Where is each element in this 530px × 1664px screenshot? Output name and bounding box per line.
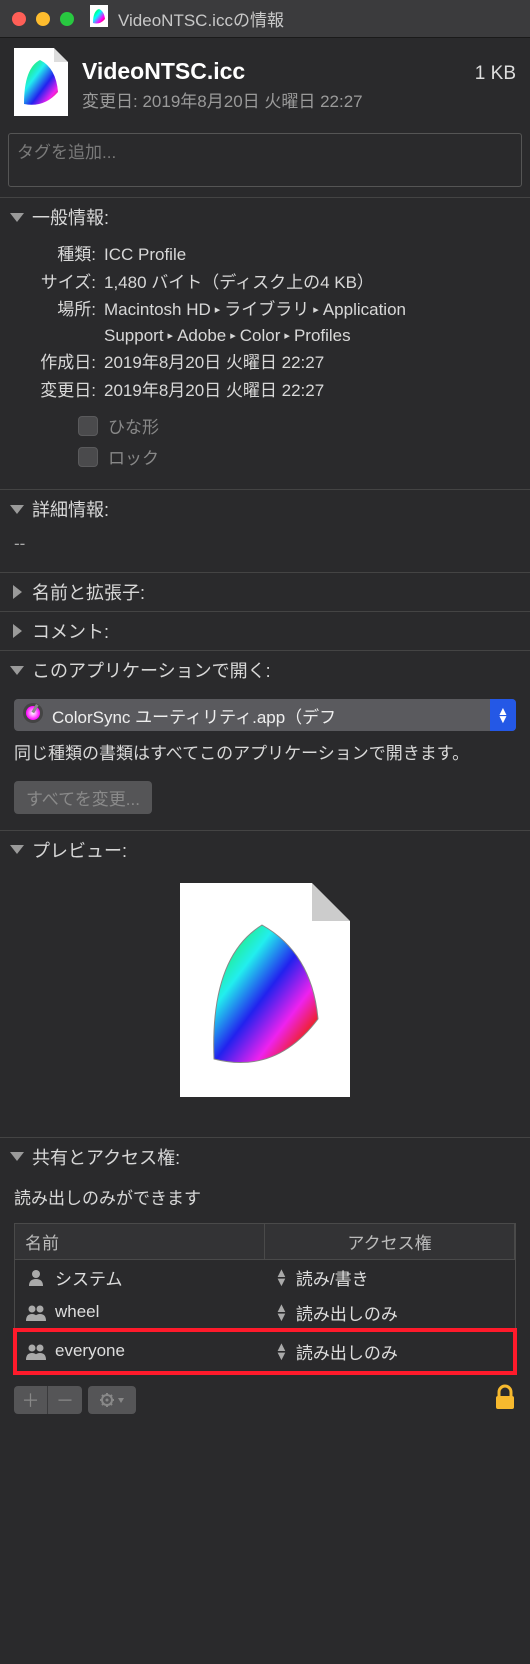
zoom-window-button[interactable] <box>60 12 74 26</box>
col-priv-header[interactable]: アクセス権 <box>265 1224 515 1260</box>
stationery-checkbox[interactable] <box>78 416 98 436</box>
privilege-value[interactable]: 読み出しのみ <box>296 1300 398 1325</box>
section-title: 詳細情報: <box>32 496 109 522</box>
app-icon <box>22 702 44 729</box>
section-title: このアプリケーションで開く: <box>32 657 271 683</box>
moreinfo-body: -- <box>0 528 530 572</box>
permissions-toolbar: ＋ － <box>0 1374 530 1427</box>
preview-image <box>180 883 350 1097</box>
size-label: サイズ: <box>14 270 96 296</box>
privilege-value[interactable]: 読み/書き <box>296 1265 369 1290</box>
action-menu-button[interactable] <box>88 1386 136 1414</box>
table-row[interactable]: wheel ▲▼ 読み出しのみ <box>15 1295 515 1330</box>
section-general-header[interactable]: 一般情報: <box>0 197 530 236</box>
updown-arrows-icon: ▲▼ <box>275 1303 288 1321</box>
updown-arrows-icon: ▲▼ <box>275 1342 288 1360</box>
section-preview-header[interactable]: プレビュー: <box>0 830 530 869</box>
file-icon <box>14 48 68 121</box>
titlebar: VideoNTSC.iccの情報 <box>0 0 530 38</box>
file-name: VideoNTSC.icc <box>82 58 245 85</box>
section-comments-header[interactable]: コメント: <box>0 611 530 650</box>
file-size: 1 KB <box>475 63 516 85</box>
add-button[interactable]: ＋ <box>14 1386 48 1414</box>
group-icon <box>25 1303 47 1321</box>
where-label: 場所: <box>14 297 96 348</box>
section-moreinfo-header[interactable]: 詳細情報: <box>0 489 530 528</box>
openwith-popup[interactable]: ColorSync ユーティリティ.app（デフ ▲▼ <box>14 699 516 731</box>
kind-value: ICC Profile <box>104 242 516 268</box>
where-value: Macintosh HD▸ライブラリ▸Application Support▸A… <box>104 297 516 348</box>
section-title: 名前と拡張子: <box>32 579 145 605</box>
kind-label: 種類: <box>14 242 96 268</box>
locked-checkbox[interactable] <box>78 447 98 467</box>
section-openwith-body: ColorSync ユーティリティ.app（デフ ▲▼ 同じ種類の書類はすべてこ… <box>0 689 530 830</box>
user-name: wheel <box>55 1302 99 1322</box>
user-name: システム <box>55 1265 123 1290</box>
sharing-summary: 読み出しのみができます <box>14 1184 516 1209</box>
file-modified: 変更日: 2019年8月20日 火曜日 22:27 <box>82 87 516 112</box>
disclosure-triangle-icon <box>13 624 22 638</box>
created-label: 作成日: <box>14 350 96 376</box>
permissions-table: 名前 アクセス権 システム▲▼読み/書きwheel▲▼読み出しのみeveryon… <box>14 1223 516 1374</box>
section-openwith-header[interactable]: このアプリケーションで開く: <box>0 650 530 689</box>
preview-body <box>0 869 530 1137</box>
disclosure-triangle-icon <box>13 585 22 599</box>
change-all-button[interactable]: すべてを変更... <box>14 781 152 814</box>
disclosure-triangle-icon <box>10 505 24 514</box>
minimize-window-button[interactable] <box>36 12 50 26</box>
created-value: 2019年8月20日 火曜日 22:27 <box>104 350 516 376</box>
modified-value: 2019年8月20日 火曜日 22:27 <box>104 378 516 404</box>
size-value: 1,480 バイト（ディスク上の4 KB） <box>104 270 516 296</box>
window-title: VideoNTSC.iccの情報 <box>118 6 284 31</box>
remove-button[interactable]: － <box>48 1386 82 1414</box>
modified-label: 変更日: <box>14 378 96 404</box>
file-header: VideoNTSC.icc 1 KB 変更日: 2019年8月20日 火曜日 2… <box>0 38 530 129</box>
section-sharing-header[interactable]: 共有とアクセス権: <box>0 1137 530 1176</box>
person-icon <box>25 1268 47 1286</box>
section-title: プレビュー: <box>32 837 127 863</box>
section-title: 共有とアクセス権: <box>32 1144 180 1170</box>
file-proxy-icon <box>90 5 108 32</box>
table-row[interactable]: システム ▲▼ 読み/書き <box>15 1260 515 1295</box>
section-nameext-header[interactable]: 名前と拡張子: <box>0 572 530 611</box>
section-title: コメント: <box>32 618 109 644</box>
openwith-note: 同じ種類の書類はすべてこのアプリケーションで開きます。 <box>14 741 516 767</box>
lock-icon[interactable] <box>494 1384 516 1417</box>
section-sharing-body: 読み出しのみができます 名前 アクセス権 システム ▲▼ 読み/書き wheel ▲▼ 読… <box>0 1176 530 1374</box>
tags-field[interactable]: タグを追加... <box>8 133 522 187</box>
stationery-label: ひな形 <box>108 413 159 438</box>
disclosure-triangle-icon <box>10 1152 24 1161</box>
disclosure-triangle-icon <box>10 845 24 854</box>
table-row[interactable]: everyone ▲▼ 読み出しのみ <box>15 1330 515 1373</box>
col-name-header[interactable]: 名前 <box>15 1224 265 1260</box>
privilege-value[interactable]: 読み出しのみ <box>296 1339 398 1364</box>
section-general-body: 種類: ICC Profile サイズ: 1,480 バイト（ディスク上の4 KB）… <box>0 236 530 489</box>
updown-arrows-icon: ▲▼ <box>275 1268 288 1286</box>
disclosure-triangle-icon <box>10 213 24 222</box>
openwith-app-label: ColorSync ユーティリティ.app（デフ <box>52 703 490 728</box>
close-window-button[interactable] <box>12 12 26 26</box>
user-name: everyone <box>55 1341 125 1361</box>
locked-label: ロック <box>108 444 159 469</box>
disclosure-triangle-icon <box>10 666 24 675</box>
group-icon <box>25 1342 47 1360</box>
section-title: 一般情報: <box>32 204 109 230</box>
popup-arrows-icon: ▲▼ <box>490 699 516 731</box>
